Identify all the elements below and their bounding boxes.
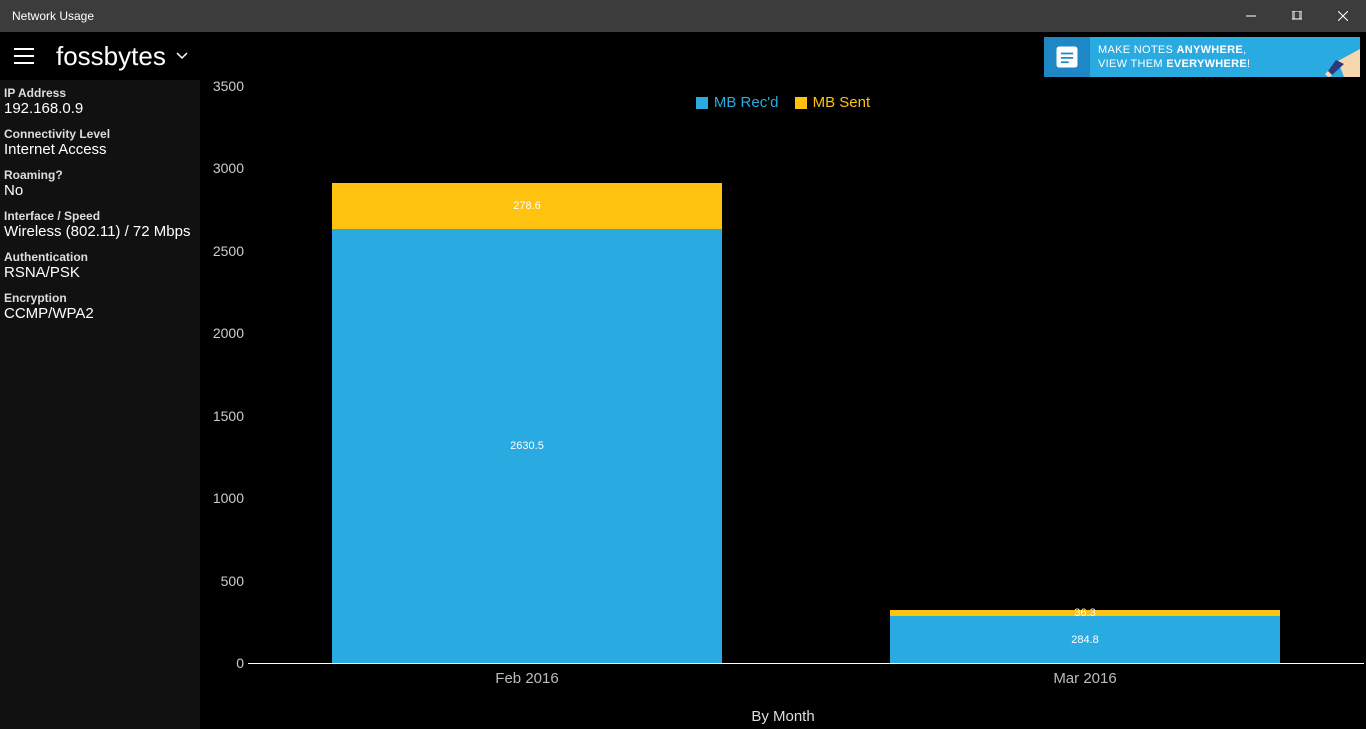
ad-banner[interactable]: MAKE NOTES ANYWHERE, VIEW THEM EVERYWHER…: [1044, 37, 1360, 77]
kv-enc: Encryption CCMP/WPA2: [4, 291, 196, 322]
sidebar: IP Address 192.168.0.9 Connectivity Leve…: [0, 80, 200, 729]
y-tick-label: 2000: [206, 325, 244, 341]
y-tick-label: 3000: [206, 160, 244, 176]
plot-area: 0500100015002000250030003500278.62630.5F…: [248, 86, 1364, 664]
brand-title: fossbytes: [56, 41, 166, 72]
bar-value-label: 278.6: [332, 200, 722, 212]
value-ip: 192.168.0.9: [4, 100, 196, 117]
header-bar: fossbytes MAKE NOTES ANYWHERE, VIEW THEM…: [0, 32, 1366, 80]
chart: MB Rec'd MB Sent 05001000150020002500300…: [200, 80, 1366, 729]
label-roam: Roaming?: [4, 168, 196, 182]
y-tick-label: 3500: [206, 78, 244, 94]
label-auth: Authentication: [4, 250, 196, 264]
title-bar: Network Usage: [0, 0, 1366, 32]
y-tick-label: 500: [206, 573, 244, 589]
minimize-button[interactable]: [1228, 0, 1274, 32]
bar-value-label: 2630.5: [332, 440, 722, 452]
value-iface: Wireless (802.11) / 72 Mbps: [4, 223, 196, 240]
value-conn: Internet Access: [4, 141, 196, 158]
y-tick-label: 2500: [206, 243, 244, 259]
bar-value-label: 284.8: [890, 634, 1280, 646]
label-enc: Encryption: [4, 291, 196, 305]
kv-auth: Authentication RSNA/PSK: [4, 250, 196, 281]
content-area: IP Address 192.168.0.9 Connectivity Leve…: [0, 80, 1366, 729]
x-axis-line: [248, 663, 1364, 664]
kv-iface: Interface / Speed Wireless (802.11) / 72…: [4, 209, 196, 240]
chart-area: MB Rec'd MB Sent 05001000150020002500300…: [200, 80, 1366, 729]
bar-segment: 2630.5: [332, 229, 722, 663]
y-tick-label: 0: [206, 655, 244, 671]
maximize-button[interactable]: [1274, 0, 1320, 32]
label-conn: Connectivity Level: [4, 127, 196, 141]
ad-text: MAKE NOTES ANYWHERE, VIEW THEM EVERYWHER…: [1090, 43, 1310, 71]
hand-icon: [1310, 37, 1360, 77]
y-tick-label: 1000: [206, 490, 244, 506]
value-enc: CCMP/WPA2: [4, 305, 196, 322]
label-iface: Interface / Speed: [4, 209, 196, 223]
kv-roam: Roaming? No: [4, 168, 196, 199]
bar-segment: 284.8: [890, 616, 1280, 663]
kv-ip: IP Address 192.168.0.9: [4, 86, 196, 117]
x-tick-label: Feb 2016: [495, 670, 558, 687]
bar-segment: 278.6: [332, 183, 722, 229]
value-auth: RSNA/PSK: [4, 264, 196, 281]
kv-conn: Connectivity Level Internet Access: [4, 127, 196, 158]
y-tick-label: 1500: [206, 408, 244, 424]
label-ip: IP Address: [4, 86, 196, 100]
close-button[interactable]: [1320, 0, 1366, 32]
chevron-down-icon[interactable]: [172, 46, 192, 66]
x-tick-label: Mar 2016: [1053, 670, 1116, 687]
menu-icon[interactable]: [10, 42, 38, 70]
bar-mar-2016: 36.3284.8: [890, 610, 1280, 663]
x-axis-title: By Month: [200, 708, 1366, 725]
window-title: Network Usage: [12, 9, 1228, 23]
note-icon: [1044, 37, 1090, 77]
value-roam: No: [4, 182, 196, 199]
bar-feb-2016: 278.6 2630.5: [332, 183, 722, 663]
